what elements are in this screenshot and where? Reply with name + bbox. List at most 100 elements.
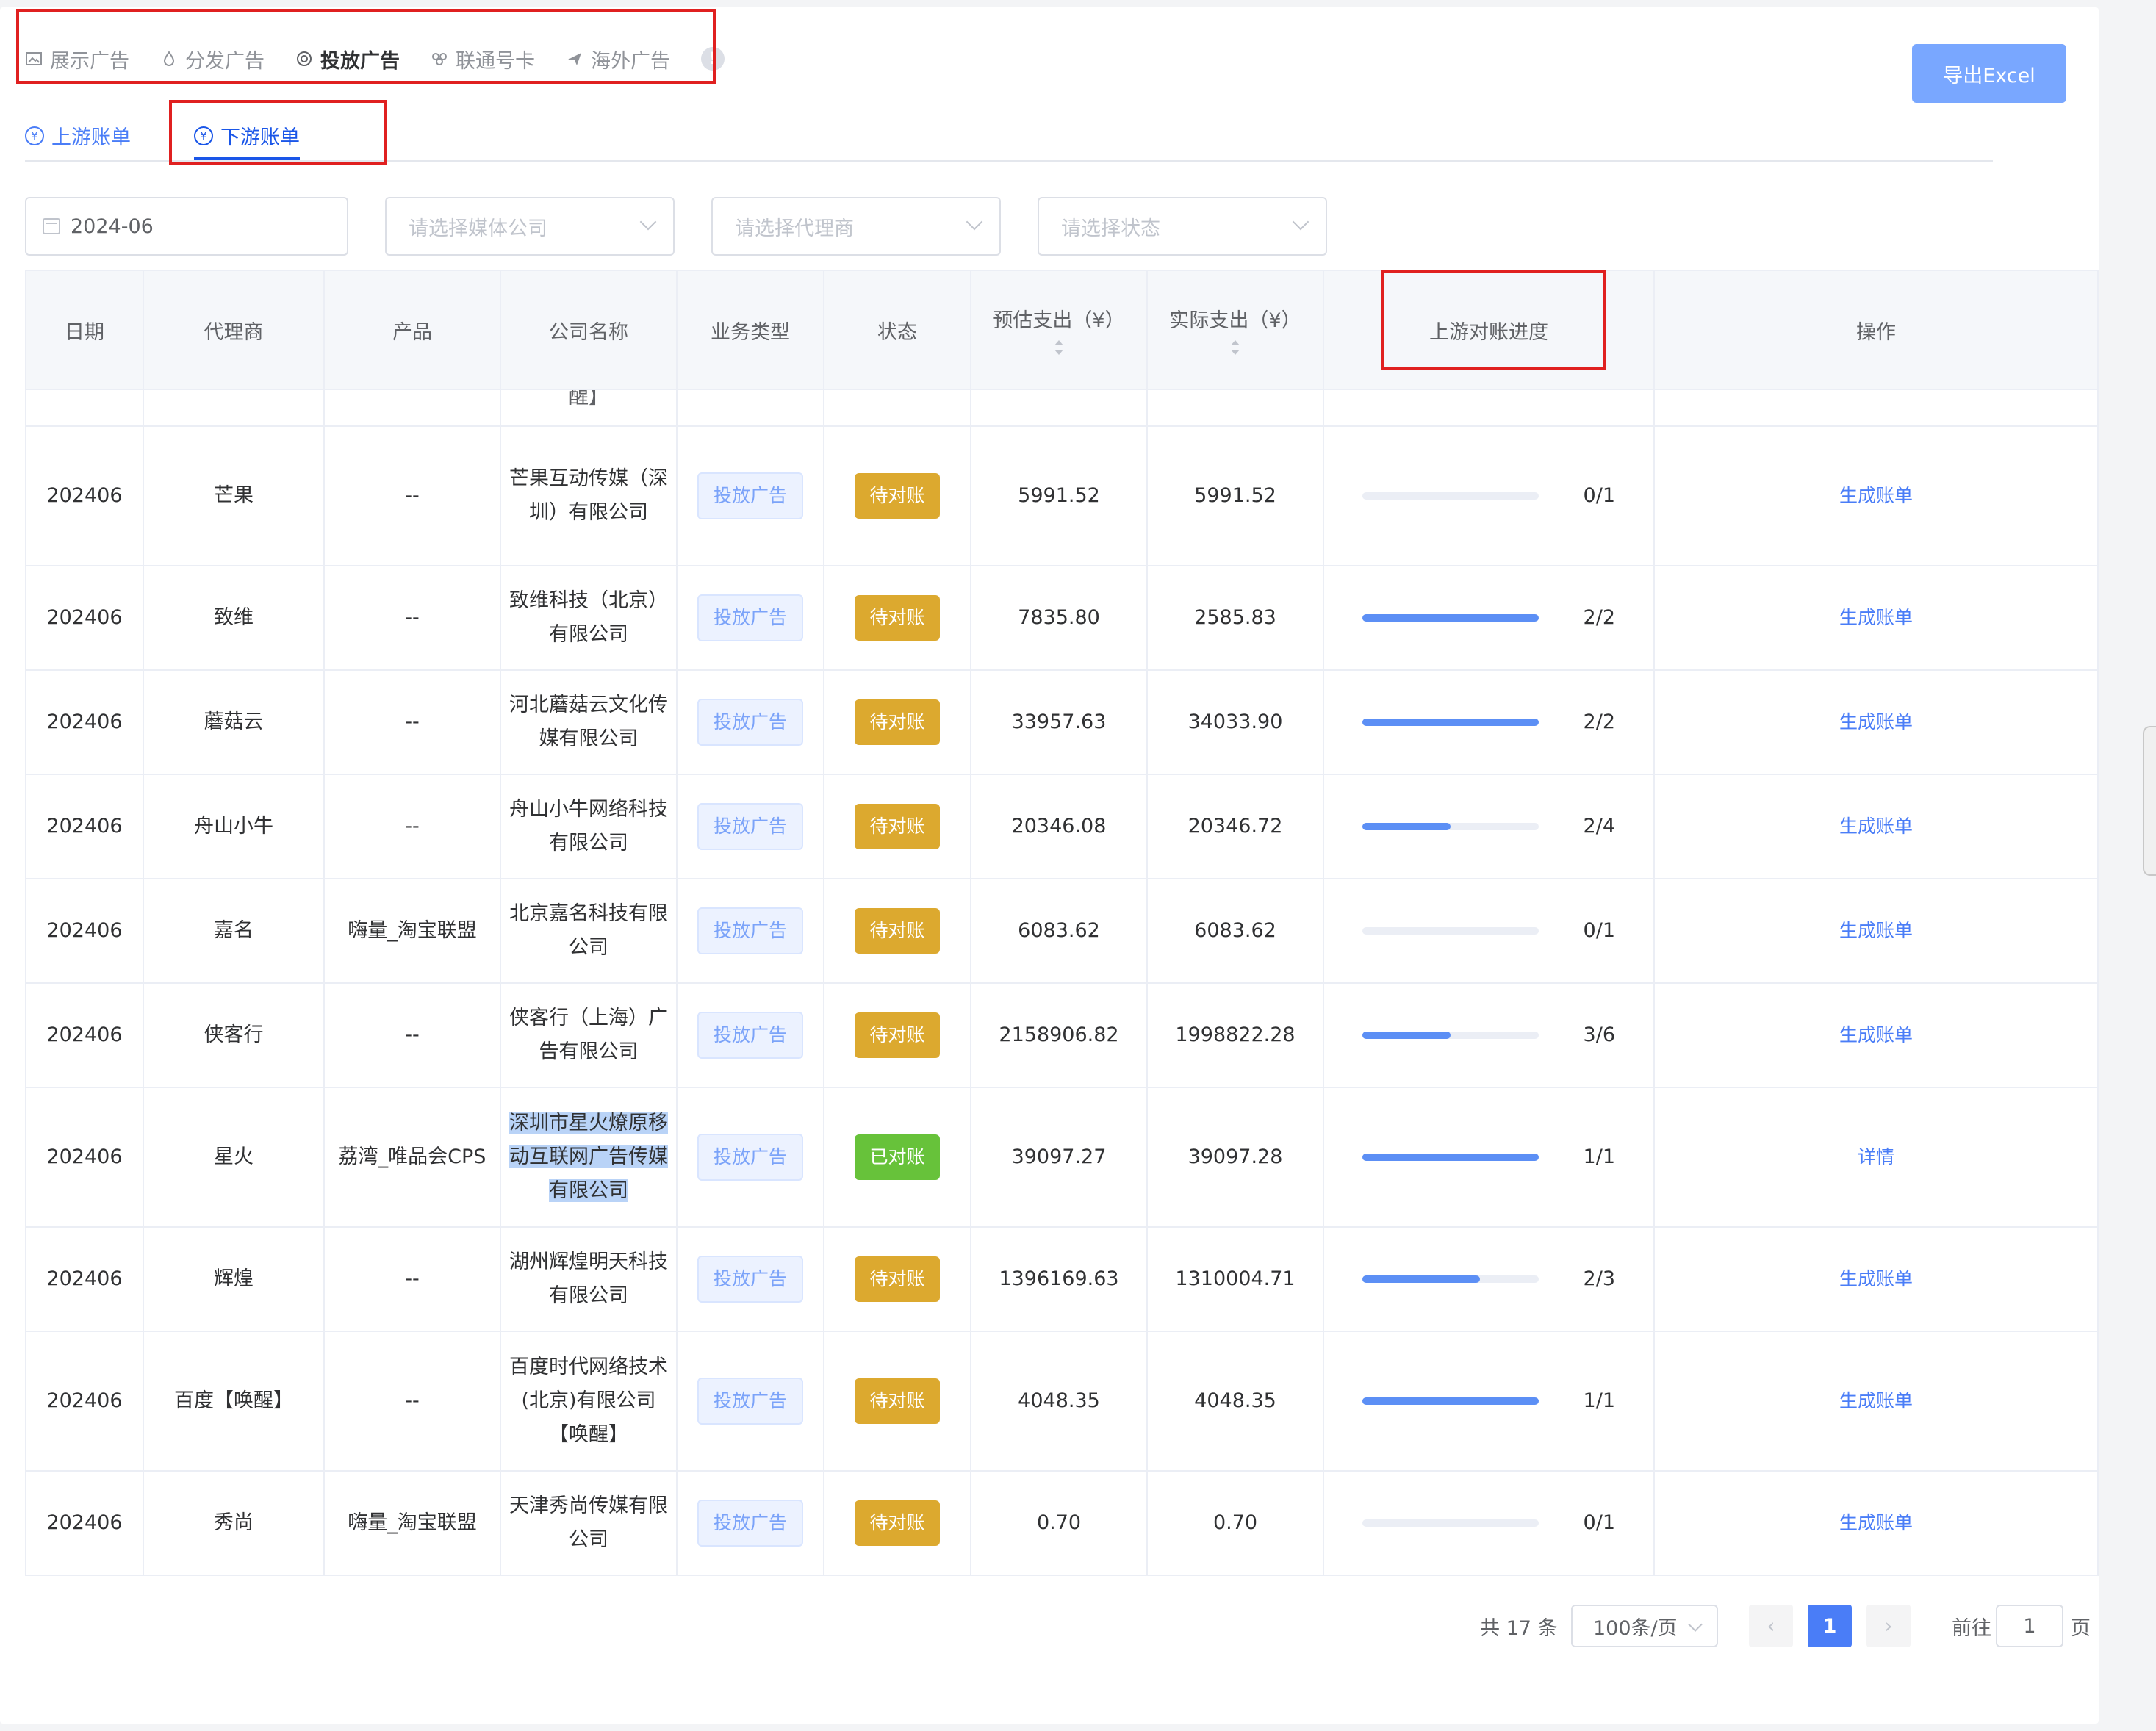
generate-bill-link[interactable]: 生成账单 [1839, 920, 1913, 941]
progress-bar: 2/2 [1330, 601, 1647, 635]
company-name: 深圳市星火燎原移动互联网广告传媒有限公司 [509, 1112, 668, 1202]
cell-progress: 1/1 [1323, 1087, 1655, 1228]
cell-date: 202406 [25, 1087, 144, 1228]
cell-progress: 2/2 [1323, 669, 1655, 775]
progress-text: 0/1 [1583, 484, 1615, 507]
col-actual-cost[interactable]: 实际支出（¥） [1146, 270, 1324, 390]
progress-bar: 0/1 [1330, 914, 1647, 948]
progress-track [1362, 927, 1539, 935]
progress-track [1362, 719, 1539, 726]
generate-bill-link[interactable]: 生成账单 [1839, 1512, 1913, 1533]
page-1-button[interactable]: 1 [1808, 1605, 1852, 1647]
cell-actual-cost: 0.70 [1146, 1470, 1324, 1576]
cell-biz-type: 投放广告 [676, 669, 824, 775]
total-count: 共 17 条 [1480, 1616, 1558, 1640]
cell-est-cost: 4048.35 [970, 1331, 1148, 1472]
detail-link[interactable]: 详情 [1858, 1146, 1894, 1167]
tab-display-ads[interactable]: 展示广告 [25, 45, 129, 73]
cell-operation: 生成账单 [1653, 1331, 2099, 1472]
next-page-button[interactable]: › [1866, 1605, 1911, 1647]
page-size-value: 100条/页 [1593, 1616, 1678, 1640]
cell-company: 舟山小牛网络科技有限公司 [500, 774, 678, 879]
status-placeholder: 请选择状态 [1061, 217, 1160, 240]
tab-placement-ads[interactable]: 投放广告 [295, 45, 400, 73]
generate-bill-link[interactable]: 生成账单 [1839, 1390, 1913, 1411]
generate-bill-link[interactable]: 生成账单 [1839, 485, 1913, 506]
status-badge: 待对账 [855, 1500, 940, 1546]
month-picker[interactable]: 2024-06 [25, 197, 348, 256]
status-badge: 待对账 [855, 473, 940, 519]
status-select[interactable]: 请选择状态 [1038, 197, 1327, 256]
info-icon[interactable]: ! [701, 47, 725, 71]
status-badge: 待对账 [855, 1012, 940, 1058]
main-card: 展示广告 分发广告 投放广告 联通号卡 海外广告 ! 导出Excel ¥ 上游账… [0, 7, 2099, 1724]
cell-product: 荔湾_唯品会CPS [323, 1087, 501, 1228]
cell-product: -- [323, 425, 501, 566]
cell-agent: 秀尚 [143, 1470, 325, 1576]
progress-fill [1362, 823, 1451, 830]
table-row: 202406 嘉名 嗨量_淘宝联盟 北京嘉名科技有限公司 投放广告 待对账 6083.62 6… [25, 878, 2099, 984]
sort-icon[interactable] [1053, 339, 1065, 356]
cell-product: 嗨量_淘宝联盟 [323, 1470, 501, 1576]
table-body: 醒】 202406 芒果 -- 芒果互动传媒（深圳）有限公司 投放广告 待对账 5991.5… [25, 389, 2099, 1576]
cell-progress: 2/4 [1323, 774, 1655, 879]
table-row: 202406 侠客行 -- 侠客行（上海）广告有限公司 投放广告 待对账 2158906.8… [25, 982, 2099, 1088]
progress-text: 2/4 [1583, 815, 1615, 838]
tab-distribution-ads[interactable]: 分发广告 [160, 45, 265, 73]
partial-row-text: 醒】 [500, 389, 678, 427]
tab-unicom-card[interactable]: 联通号卡 [431, 45, 535, 73]
col-company: 公司名称 [500, 270, 678, 390]
cell-company: 深圳市星火燎原移动互联网广告传媒有限公司 [500, 1087, 678, 1228]
progress-bar: 0/1 [1330, 479, 1647, 513]
tab-overseas-ads[interactable]: 海外广告 [566, 45, 670, 73]
cell-agent: 星火 [143, 1087, 325, 1228]
prev-page-button[interactable]: ‹ [1749, 1605, 1793, 1647]
progress-fill [1362, 1397, 1539, 1405]
tab-upstream-bill[interactable]: ¥ 上游账单 [25, 113, 131, 158]
generate-bill-link[interactable]: 生成账单 [1839, 711, 1913, 733]
biz-type-tag: 投放广告 [697, 1500, 803, 1547]
company-name: 天津秀尚传媒有限公司 [509, 1494, 668, 1551]
media-company-select[interactable]: 请选择媒体公司 [385, 197, 675, 256]
goto-page-input[interactable] [1996, 1605, 2063, 1647]
chevron-down-icon [1292, 213, 1309, 231]
export-excel-button[interactable]: 导出Excel [1912, 44, 2066, 103]
scrollbar-thumb[interactable] [2143, 726, 2156, 876]
cell-date: 202406 [25, 1470, 144, 1576]
generate-bill-link[interactable]: 生成账单 [1839, 1268, 1913, 1289]
cell-company: 湖州辉煌明天科技有限公司 [500, 1226, 678, 1332]
sort-icon[interactable] [1229, 339, 1241, 356]
cell-product: -- [323, 1226, 501, 1332]
agent-select[interactable]: 请选择代理商 [711, 197, 1001, 256]
generate-bill-link[interactable]: 生成账单 [1839, 1024, 1913, 1046]
progress-bar: 2/3 [1330, 1262, 1647, 1296]
status-badge: 已对账 [855, 1134, 940, 1180]
generate-bill-link[interactable]: 生成账单 [1839, 607, 1913, 628]
company-name: 湖州辉煌明天科技有限公司 [509, 1250, 668, 1307]
col-operations: 操作 [1653, 270, 2099, 390]
status-badge: 待对账 [855, 908, 940, 954]
cell-agent: 侠客行 [143, 982, 325, 1088]
calendar-icon [43, 218, 60, 234]
page-size-select[interactable]: 100条/页 [1571, 1605, 1718, 1647]
tab-downstream-bill[interactable]: ¥ 下游账单 [194, 113, 300, 160]
partial-row: 醒】 [25, 389, 2099, 427]
generate-bill-link[interactable]: 生成账单 [1839, 816, 1913, 837]
cell-company: 河北蘑菇云文化传媒有限公司 [500, 669, 678, 775]
col-est-cost[interactable]: 预估支出（¥） [970, 270, 1148, 390]
drop-icon [160, 50, 178, 68]
cell-agent: 百度【唤醒】 [143, 1331, 325, 1472]
progress-bar: 3/6 [1330, 1018, 1647, 1052]
cell-status: 待对账 [823, 425, 971, 566]
cell-operation: 生成账单 [1653, 878, 2099, 984]
bill-tabs: ¥ 上游账单 ¥ 下游账单 [25, 113, 1993, 162]
cell-company: 天津秀尚传媒有限公司 [500, 1470, 678, 1576]
cell-actual-cost: 39097.28 [1146, 1087, 1324, 1228]
company-name: 芒果互动传媒（深圳）有限公司 [509, 467, 668, 524]
table-row: 202406 舟山小牛 -- 舟山小牛网络科技有限公司 投放广告 待对账 20346.08 2… [25, 774, 2099, 879]
progress-fill [1362, 1275, 1480, 1283]
cell-est-cost: 0.70 [970, 1470, 1148, 1576]
cell-actual-cost: 4048.35 [1146, 1331, 1324, 1472]
progress-bar: 0/1 [1330, 1506, 1647, 1540]
cell-agent: 辉煌 [143, 1226, 325, 1332]
